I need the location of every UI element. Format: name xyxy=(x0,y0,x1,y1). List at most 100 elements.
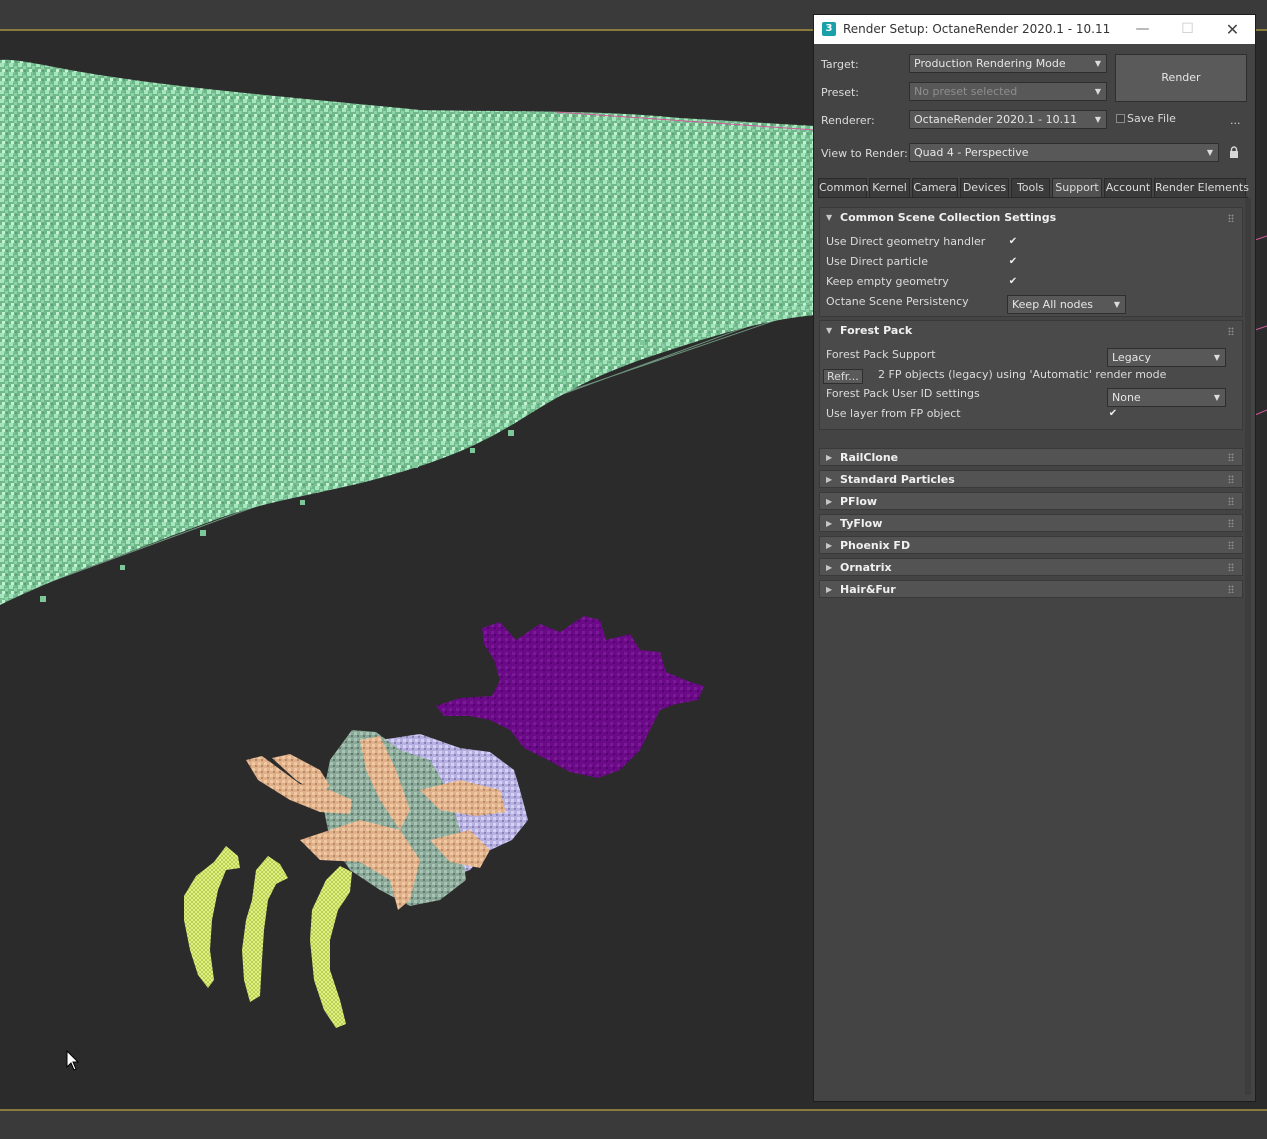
rollout-header[interactable]: ▶ PFlow xyxy=(820,493,1242,509)
expanded-icon: ▼ xyxy=(826,213,833,222)
rollout-title: Common Scene Collection Settings xyxy=(840,211,1057,224)
target-dropdown[interactable]: Production Rendering Mode ▼ xyxy=(909,54,1107,73)
rollout-phoenix-fd[interactable]: ▶ Phoenix FD xyxy=(819,536,1243,554)
dialog-titlebar[interactable]: 3 Render Setup: OctaneRender 2020.1 - 10… xyxy=(814,15,1255,44)
rollout-ornatrix[interactable]: ▶ Ornatrix xyxy=(819,558,1243,576)
dropdown-arrow-icon: ▼ xyxy=(1113,300,1120,309)
rollout-title: RailClone xyxy=(840,451,899,464)
rollout-header[interactable]: ▶ Standard Particles xyxy=(820,471,1242,487)
3dsmax-app-icon: 3 xyxy=(822,22,836,36)
renderer-dropdown-value: OctaneRender 2020.1 - 10.11 xyxy=(914,113,1078,126)
drag-grip-icon[interactable] xyxy=(1228,563,1234,571)
use-direct-geometry-checkbox[interactable]: ✔ xyxy=(1007,236,1019,248)
tab-account[interactable]: Account xyxy=(1104,178,1152,198)
use-layer-from-fp-label: Use layer from FP object xyxy=(826,407,961,420)
scene-persistency-dropdown[interactable]: Keep All nodes ▼ xyxy=(1007,295,1126,314)
rollout-pflow[interactable]: ▶ PFlow xyxy=(819,492,1243,510)
renderer-dropdown[interactable]: OctaneRender 2020.1 - 10.11 ▼ xyxy=(909,110,1107,129)
use-layer-from-fp-checkbox[interactable]: ✔ xyxy=(1107,408,1119,420)
rollout-railclone[interactable]: ▶ RailClone xyxy=(819,448,1243,466)
rollout-title: Forest Pack xyxy=(840,324,913,337)
preset-label: Preset: xyxy=(821,86,860,99)
minimize-button[interactable]: — xyxy=(1120,15,1165,44)
mouse-cursor-icon xyxy=(66,1050,80,1071)
save-file-label: Save File xyxy=(1127,112,1176,125)
dropdown-arrow-icon: ▼ xyxy=(1213,353,1220,362)
dropdown-arrow-icon: ▼ xyxy=(1206,148,1213,157)
drag-grip-icon[interactable] xyxy=(1228,519,1234,527)
render-button[interactable]: Render xyxy=(1115,54,1247,102)
collapsed-icon: ▶ xyxy=(826,519,833,528)
rollout-title: PFlow xyxy=(840,495,878,508)
close-button[interactable]: ✕ xyxy=(1210,15,1255,44)
target-dropdown-value: Production Rendering Mode xyxy=(914,57,1066,70)
use-direct-particle-label: Use Direct particle xyxy=(826,255,928,268)
collapsed-icon: ▶ xyxy=(826,453,833,462)
support-tab-content: ▼ Common Scene Collection Settings Use D… xyxy=(818,198,1248,1095)
renderer-label: Renderer: xyxy=(821,114,875,127)
use-direct-geometry-label: Use Direct geometry handler xyxy=(826,235,986,248)
rollout-header[interactable]: ▶ Hair&Fur xyxy=(820,581,1242,597)
forest-pack-status-text: 2 FP objects (legacy) using 'Automatic' … xyxy=(878,368,1167,381)
target-label: Target: xyxy=(821,58,859,71)
maximize-button[interactable]: ☐ xyxy=(1165,15,1210,44)
render-setup-dialog: 3 Render Setup: OctaneRender 2020.1 - 10… xyxy=(813,14,1256,1102)
view-to-render-label: View to Render: xyxy=(821,147,908,160)
grass-field xyxy=(0,59,815,605)
refresh-button[interactable]: Refr... xyxy=(823,369,863,384)
save-file-checkbox[interactable] xyxy=(1116,114,1125,123)
lime-stem-3 xyxy=(310,866,352,1028)
use-direct-particle-checkbox[interactable]: ✔ xyxy=(1007,256,1019,268)
dropdown-arrow-icon: ▼ xyxy=(1094,115,1101,124)
tab-common[interactable]: Common xyxy=(818,178,869,198)
drag-grip-icon[interactable] xyxy=(1228,453,1234,461)
rollout-title: Hair&Fur xyxy=(840,583,896,596)
tab-devices[interactable]: Devices xyxy=(960,178,1009,198)
tab-render-elements[interactable]: Render Elements xyxy=(1154,178,1249,198)
drag-grip-icon[interactable] xyxy=(1228,475,1234,483)
collapsed-icon: ▶ xyxy=(826,585,833,594)
rollout-header[interactable]: ▼ Forest Pack xyxy=(820,321,1242,341)
drag-grip-icon[interactable] xyxy=(1228,327,1234,335)
rollout-title: TyFlow xyxy=(840,517,883,530)
tab-camera[interactable]: Camera xyxy=(912,178,958,198)
dropdown-arrow-icon: ▼ xyxy=(1213,393,1220,402)
collapsed-icon: ▶ xyxy=(826,541,833,550)
rollout-header[interactable]: ▶ TyFlow xyxy=(820,515,1242,531)
rollout-forest-pack: ▼ Forest Pack Forest Pack Support Legacy… xyxy=(819,320,1243,430)
lock-view-icon[interactable] xyxy=(1229,146,1239,158)
forest-pack-support-dropdown[interactable]: Legacy ▼ xyxy=(1107,348,1226,367)
rollout-tyflow[interactable]: ▶ TyFlow xyxy=(819,514,1243,532)
rollout-header[interactable]: ▶ RailClone xyxy=(820,449,1242,465)
drag-grip-icon[interactable] xyxy=(1228,585,1234,593)
forest-pack-support-label: Forest Pack Support xyxy=(826,348,936,361)
viewport-bottom-bar xyxy=(0,1111,1267,1139)
lime-stem-2 xyxy=(242,856,288,1002)
rollout-title: Phoenix FD xyxy=(840,539,911,552)
forest-pack-user-id-dropdown[interactable]: None ▼ xyxy=(1107,388,1226,407)
dropdown-arrow-icon: ▼ xyxy=(1094,87,1101,96)
view-to-render-dropdown[interactable]: Quad 4 - Perspective ▼ xyxy=(909,143,1219,162)
rollout-header[interactable]: ▶ Phoenix FD xyxy=(820,537,1242,553)
tab-tools[interactable]: Tools xyxy=(1011,178,1050,198)
rollout-header[interactable]: ▼ Common Scene Collection Settings xyxy=(820,208,1242,228)
scene-persistency-value: Keep All nodes xyxy=(1012,298,1093,311)
rollout-hair-fur[interactable]: ▶ Hair&Fur xyxy=(819,580,1243,598)
tab-kernel[interactable]: Kernel xyxy=(869,178,910,198)
drag-grip-icon[interactable] xyxy=(1228,541,1234,549)
keep-empty-geometry-checkbox[interactable]: ✔ xyxy=(1007,276,1019,288)
drag-grip-icon[interactable] xyxy=(1228,497,1234,505)
rollout-header[interactable]: ▶ Ornatrix xyxy=(820,559,1242,575)
lime-stem-1 xyxy=(184,846,240,988)
rollout-title: Ornatrix xyxy=(840,561,892,574)
content-scrollbar[interactable] xyxy=(1245,198,1251,1095)
expanded-icon: ▼ xyxy=(826,326,833,335)
rollout-standard-particles[interactable]: ▶ Standard Particles xyxy=(819,470,1243,488)
save-file-browse-button[interactable]: ... xyxy=(1230,114,1241,127)
tab-support[interactable]: Support xyxy=(1052,178,1102,199)
forest-pack-support-value: Legacy xyxy=(1112,351,1151,364)
view-to-render-value: Quad 4 - Perspective xyxy=(914,146,1029,159)
drag-grip-icon[interactable] xyxy=(1228,214,1234,222)
preset-dropdown[interactable]: No preset selected ▼ xyxy=(909,82,1107,101)
rollout-title: Standard Particles xyxy=(840,473,955,486)
